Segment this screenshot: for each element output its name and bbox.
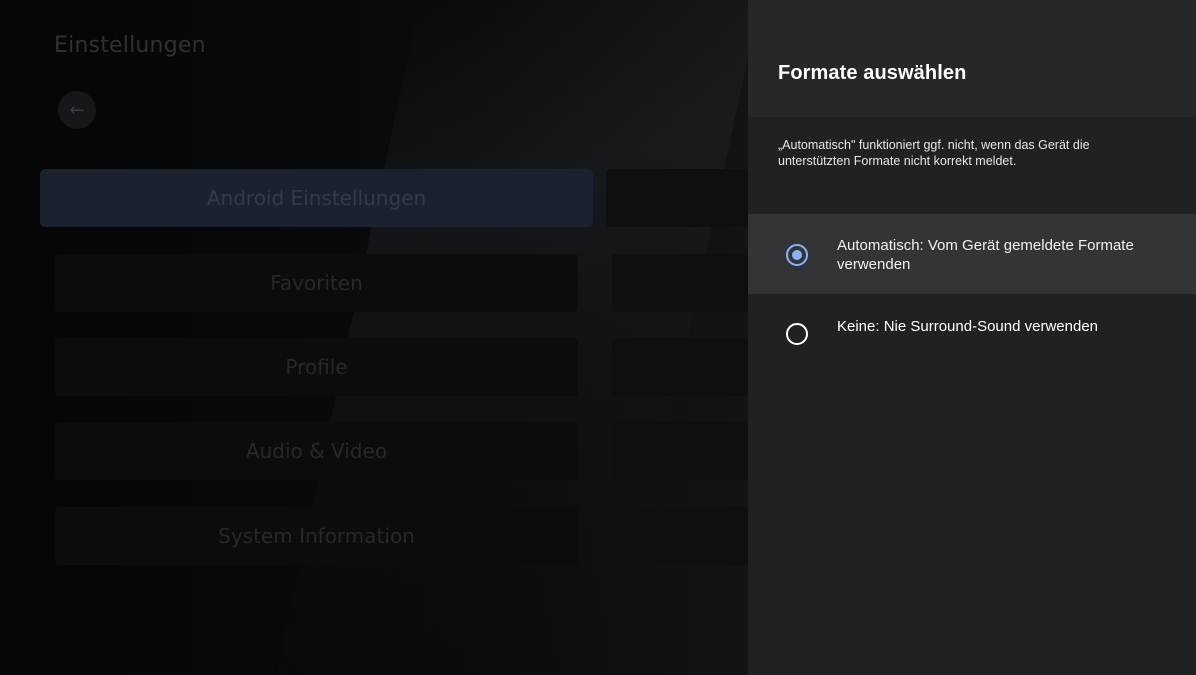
menu-tile <box>606 169 748 227</box>
option-label: Keine: Nie Surround-Sound verwenden <box>837 318 1098 335</box>
menu-tile <box>612 338 748 396</box>
option-label: Automatisch: Vom Gerät gemeldete Formate… <box>837 237 1134 273</box>
radio-dot <box>792 250 802 260</box>
menu-item-android-settings[interactable]: Android Einstellungen <box>40 169 593 227</box>
menu-tile <box>612 254 748 312</box>
menu-tile <box>612 422 748 480</box>
panel-title: Formate auswählen <box>778 62 967 84</box>
screen: Einstellungen ← Android Einstellungen Fa… <box>0 0 1196 675</box>
menu-item-favoriten[interactable]: Favoriten <box>55 254 578 312</box>
panel-description: „Automatisch" funktioniert ggf. nicht, w… <box>778 138 1090 168</box>
format-selection-panel: Formate auswählen „Automatisch" funktion… <box>748 0 1196 675</box>
panel-header: Formate auswählen <box>748 0 1196 117</box>
option-none[interactable]: Keine: Nie Surround-Sound verwenden <box>748 296 1196 376</box>
menu-tile <box>612 507 748 565</box>
menu-item-audio-video[interactable]: Audio & Video <box>55 422 578 480</box>
radio-unchecked-icon <box>786 323 808 345</box>
menu-item-system-information[interactable]: System Information <box>55 507 578 565</box>
menu-item-profile[interactable]: Profile <box>55 338 578 396</box>
option-automatic[interactable]: Automatisch: Vom Gerät gemeldete Formate… <box>748 214 1196 294</box>
radio-checked-icon <box>786 244 808 266</box>
